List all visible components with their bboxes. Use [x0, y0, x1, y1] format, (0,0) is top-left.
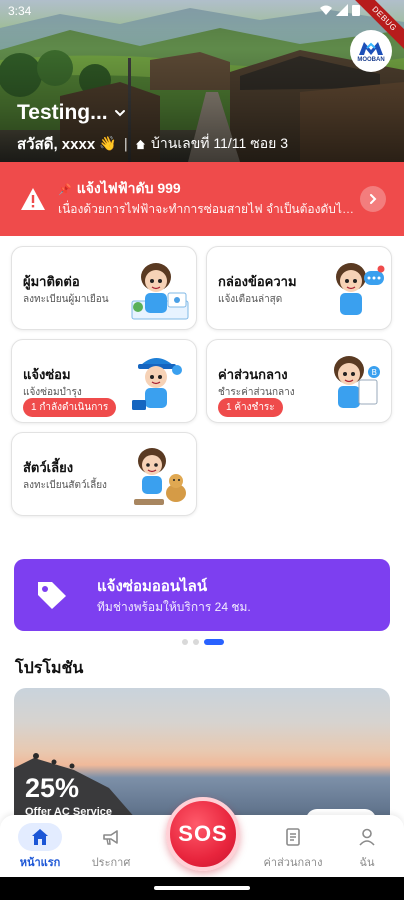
menu-card-pets[interactable]: สัตว์เลี้ยง ลงทะเบียนสัตว์เลี้ยง	[11, 432, 197, 516]
card-title: กล่องข้อความ	[218, 274, 297, 289]
nav-item-common-fee[interactable]: ค่าส่วนกลาง	[253, 815, 333, 877]
carousel-dot[interactable]	[193, 639, 199, 645]
promotions-heading: โปรโมชัน	[15, 660, 84, 677]
separator: |	[123, 136, 129, 152]
alert-title: แจ้งไฟฟ้าดับ 999	[76, 180, 181, 196]
card-title: ผู้มาติดต่อ	[23, 274, 80, 289]
mooban-logo-icon	[359, 41, 383, 55]
menu-card-repair[interactable]: แจ้งซ่อม แจ้งซ่อมบำรุง 1 กำลังดำเนินการ	[11, 339, 197, 423]
chevron-down-icon	[114, 110, 125, 117]
person-icon	[359, 828, 375, 846]
card-subtitle: ลงทะเบียนสัตว์เลี้ยง	[23, 480, 107, 491]
system-navigation-bar	[0, 877, 404, 900]
project-name: Testing...	[17, 101, 108, 124]
home-icon	[32, 829, 48, 845]
banner-title: แจ้งซ่อมออนไลน์	[97, 578, 208, 595]
project-selector[interactable]: Testing...	[17, 101, 126, 125]
receipt-icon	[286, 828, 300, 846]
banner-subtitle: ทีมช่างพร้อมให้บริการ 24 ชม.	[97, 600, 251, 614]
sos-button[interactable]: SOS	[166, 797, 240, 871]
card-title: สัตว์เลี้ยง	[23, 460, 74, 475]
carousel-dot[interactable]	[182, 639, 188, 645]
nav-item-home[interactable]: หน้าแรก	[0, 815, 80, 877]
mascot-technician-icon	[132, 358, 182, 410]
carousel-indicator	[182, 639, 224, 645]
card-subtitle: ลงทะเบียนผู้มาเยือน	[23, 294, 109, 305]
alert-body: เนื่องด้วยการไฟฟ้าจะทำการซ่อมสายไฟ จำเป็…	[58, 202, 358, 216]
house-address: บ้านเลขที่ 11/11 ซอย 3	[151, 135, 289, 151]
mascot-pet-icon	[134, 448, 186, 505]
tag-icon	[38, 582, 66, 609]
card-title: แจ้งซ่อม	[23, 367, 71, 382]
nav-item-profile[interactable]: ฉัน	[327, 815, 404, 877]
status-bar: 3:34	[0, 0, 404, 22]
wave-emoji: 👋	[99, 136, 117, 152]
alert-banner[interactable]: 📌 แจ้งไฟฟ้าดับ 999 เนื่องด้วยการไฟฟ้าจะท…	[0, 162, 404, 236]
online-repair-banner[interactable]: แจ้งซ่อมออนไลน์ ทีมช่างพร้อมให้บริการ 24…	[14, 559, 390, 631]
app-logo: MOOBAN	[350, 30, 392, 72]
system-icons	[320, 4, 364, 16]
nav-label: ประกาศ	[91, 857, 131, 869]
mascot-welcome-icon	[131, 263, 189, 320]
promotion-discount: 25%	[25, 773, 80, 803]
menu-card-common-fee[interactable]: ค่าส่วนกลาง ชำระค่าส่วนกลาง 1 ค้างชำระ B	[206, 339, 392, 423]
greeting-text: สวัสดี, xxxx	[17, 136, 96, 153]
home-address-icon	[135, 139, 146, 149]
status-time: 3:34	[8, 4, 32, 18]
nav-label: ฉัน	[359, 857, 375, 869]
menu-card-visitors[interactable]: ผู้มาติดต่อ ลงทะเบียนผู้มาเยือน	[11, 246, 197, 330]
nav-label: ค่าส่วนกลาง	[263, 857, 323, 869]
alert-next-button[interactable]	[360, 186, 386, 212]
carousel-dot-active[interactable]	[204, 639, 224, 645]
signal-icon	[336, 4, 348, 16]
card-title: ค่าส่วนกลาง	[218, 367, 288, 382]
pin-icon: 📌	[58, 183, 72, 196]
status-badge: 1 ค้างชำระ	[218, 398, 283, 417]
home-gesture-handle[interactable]	[154, 886, 250, 890]
card-subtitle: แจ้งเตือนล่าสุด	[218, 294, 283, 305]
nav-label: หน้าแรก	[19, 857, 61, 869]
status-badge: 1 กำลังดำเนินการ	[23, 398, 117, 417]
chevron-right-icon	[370, 194, 377, 204]
mascot-chat-icon	[336, 263, 385, 315]
alert-title-row: 📌 แจ้งไฟฟ้าดับ 999	[58, 178, 181, 200]
greeting-row: สวัสดี, xxxx 👋 | บ้านเลขที่ 11/11 ซอย 3	[17, 132, 397, 156]
megaphone-icon	[103, 830, 118, 845]
nav-item-announcements[interactable]: ประกาศ	[71, 815, 151, 877]
svg-text:B: B	[372, 368, 378, 377]
logo-text: MOOBAN	[357, 56, 385, 63]
wifi-icon	[320, 4, 332, 16]
menu-card-inbox[interactable]: กล่องข้อความ แจ้งเตือนล่าสุด	[206, 246, 392, 330]
warning-icon	[21, 188, 45, 210]
mascot-bill-icon: B	[334, 356, 380, 408]
